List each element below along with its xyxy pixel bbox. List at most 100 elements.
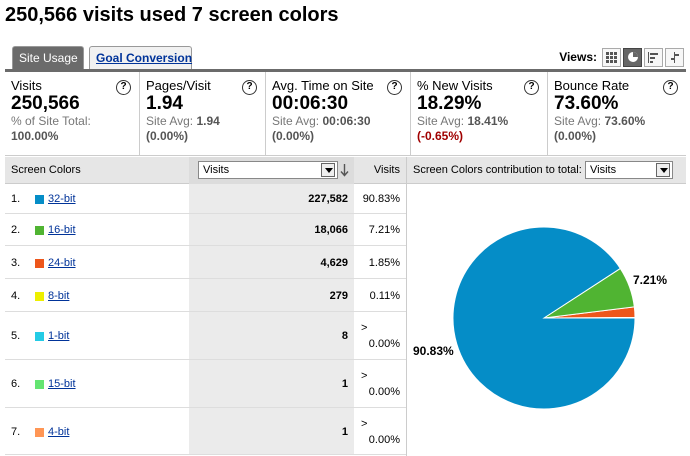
percent-value: 0.00%	[368, 434, 400, 446]
visits-value: 279	[329, 290, 348, 302]
metric-select-value: Visits	[203, 164, 230, 176]
pie-label-major: 90.83%	[413, 344, 454, 358]
help-icon[interactable]: ?	[387, 80, 402, 95]
visits-value: 8	[341, 330, 348, 342]
row-link[interactable]: 4-bit	[48, 426, 69, 438]
tab-site-usage[interactable]: Site Usage	[12, 46, 84, 70]
metric-change: (0.00%)	[146, 129, 189, 143]
pie-chart-svg	[452, 226, 636, 410]
metric-label: Avg. Time on Site	[272, 78, 374, 93]
visits-cell	[189, 360, 354, 407]
percent-value: 7.21%	[368, 224, 400, 236]
percent-prefix: >	[361, 322, 368, 334]
visits-value: 18,066	[314, 224, 348, 236]
row-number: 6.	[11, 378, 21, 390]
metric-value: 18.29%	[417, 93, 482, 114]
table-row: 3. 24-bit 4,629 1.85%	[5, 246, 406, 279]
metric-site-avg: 18.41%	[467, 114, 509, 128]
contribution-select[interactable]: Visits	[585, 161, 673, 179]
color-swatch	[35, 292, 44, 301]
table-row: 1. 32-bit 227,582 90.83%	[5, 184, 406, 214]
table-row: 7. 4-bit 1 >0.00%	[5, 408, 406, 455]
visits-value: 227,582	[308, 193, 348, 205]
row-link[interactable]: 24-bit	[48, 257, 76, 269]
tab-goal-conversion-label: Goal Conversion	[96, 51, 193, 65]
color-swatch	[35, 380, 44, 389]
table-row: 5. 1-bit 8 >0.00%	[5, 312, 406, 360]
metrics-bar: Visits 250,566 % of Site Total: 100.00% …	[5, 72, 686, 156]
row-number: 1.	[11, 193, 21, 205]
row-number: 3.	[11, 257, 21, 269]
row-link[interactable]: 8-bit	[48, 290, 69, 302]
metric-value: 00:06:30	[272, 93, 349, 114]
percent-prefix: >	[361, 418, 368, 430]
color-swatch	[35, 332, 44, 341]
views-label: Views:	[559, 50, 597, 64]
pie-view-button[interactable]	[623, 47, 642, 67]
metric-bounce-rate: Bounce Rate 73.60% Site Avg: 73.60% (0.0…	[548, 72, 686, 155]
chevron-down-icon	[656, 163, 670, 177]
help-icon[interactable]: ?	[242, 80, 257, 95]
performance-view-button[interactable]	[644, 47, 663, 67]
metric-avg-time: Avg. Time on Site 00:06:30 Site Avg: 00:…	[266, 72, 411, 155]
color-swatch	[35, 259, 44, 268]
metric-value: 73.60%	[554, 93, 619, 114]
metric-select[interactable]: Visits	[198, 161, 338, 179]
pie-icon	[627, 52, 638, 62]
pie-chart: 90.83% 7.21%	[407, 184, 686, 456]
metric-sub: Site Avg:	[554, 114, 605, 128]
contribution-label: Screen Colors contribution to total:	[413, 164, 582, 176]
views-switcher: Views:	[559, 46, 684, 68]
row-number: 7.	[11, 426, 21, 438]
metric-sub: % of Site Total:	[11, 114, 91, 128]
metric-pages-visit: Pages/Visit 1.94 Site Avg: 1.94 (0.00%) …	[140, 72, 266, 155]
contribution-select-value: Visits	[590, 164, 617, 176]
table-row: 2. 16-bit 18,066 7.21%	[5, 214, 406, 246]
table-view-button[interactable]	[602, 47, 621, 67]
row-link[interactable]: 1-bit	[48, 330, 69, 342]
metric-change: (0.00%)	[554, 129, 597, 143]
metric-sub: Site Avg:	[417, 114, 468, 128]
help-icon[interactable]: ?	[663, 80, 678, 95]
row-link[interactable]: 32-bit	[48, 193, 76, 205]
percent-value: 0.11%	[369, 290, 400, 302]
pie-slice-32-bit[interactable]	[452, 226, 636, 410]
visits-cell	[189, 408, 354, 454]
metric-change: (0.00%)	[272, 129, 315, 143]
color-swatch	[35, 195, 44, 204]
metric-new-visits: % New Visits 18.29% Site Avg: 18.41% (-0…	[411, 72, 548, 155]
help-icon[interactable]: ?	[524, 80, 539, 95]
tab-goal-conversion[interactable]: Goal Conversion	[89, 46, 192, 70]
metric-label: Bounce Rate	[554, 78, 630, 93]
metric-site-avg: 00:06:30	[322, 114, 371, 128]
percent-value: 0.00%	[368, 386, 400, 398]
data-table: 1. 32-bit 227,582 90.83% 2. 16-bit 18,066 7.21%…	[5, 184, 406, 455]
color-swatch	[35, 226, 44, 235]
metric-site-avg: 73.60%	[604, 114, 646, 128]
sort-desc-icon[interactable]	[340, 164, 349, 177]
metric-value: 250,566	[11, 93, 80, 114]
percent-prefix: >	[361, 370, 368, 382]
percent-value: 90.83%	[362, 193, 400, 205]
grid-header: Screen Colors Visits Visits Screen Color…	[5, 157, 686, 184]
color-swatch	[35, 428, 44, 437]
percent-value: 0.00%	[368, 338, 400, 350]
visits-cell	[189, 312, 354, 359]
percent-value: 1.85%	[368, 257, 400, 269]
metric-sub: Site Avg:	[146, 114, 197, 128]
help-icon[interactable]: ?	[116, 80, 131, 95]
metric-visits: Visits 250,566 % of Site Total: 100.00% …	[5, 72, 140, 155]
chevron-down-icon	[321, 163, 335, 177]
column-header-visits[interactable]: Visits	[355, 157, 406, 184]
metric-site-avg: 1.94	[196, 114, 220, 128]
bars-icon	[648, 51, 658, 63]
comparison-view-button[interactable]	[665, 47, 684, 67]
row-link[interactable]: 16-bit	[48, 224, 76, 236]
row-link[interactable]: 15-bit	[48, 378, 76, 390]
comparison-icon	[671, 51, 679, 63]
visits-value: 1	[341, 426, 348, 438]
row-number: 5.	[11, 330, 21, 342]
column-header-dimension[interactable]: Screen Colors	[11, 157, 81, 184]
metric-value: 1.94	[146, 93, 183, 114]
row-number: 4.	[11, 290, 21, 302]
